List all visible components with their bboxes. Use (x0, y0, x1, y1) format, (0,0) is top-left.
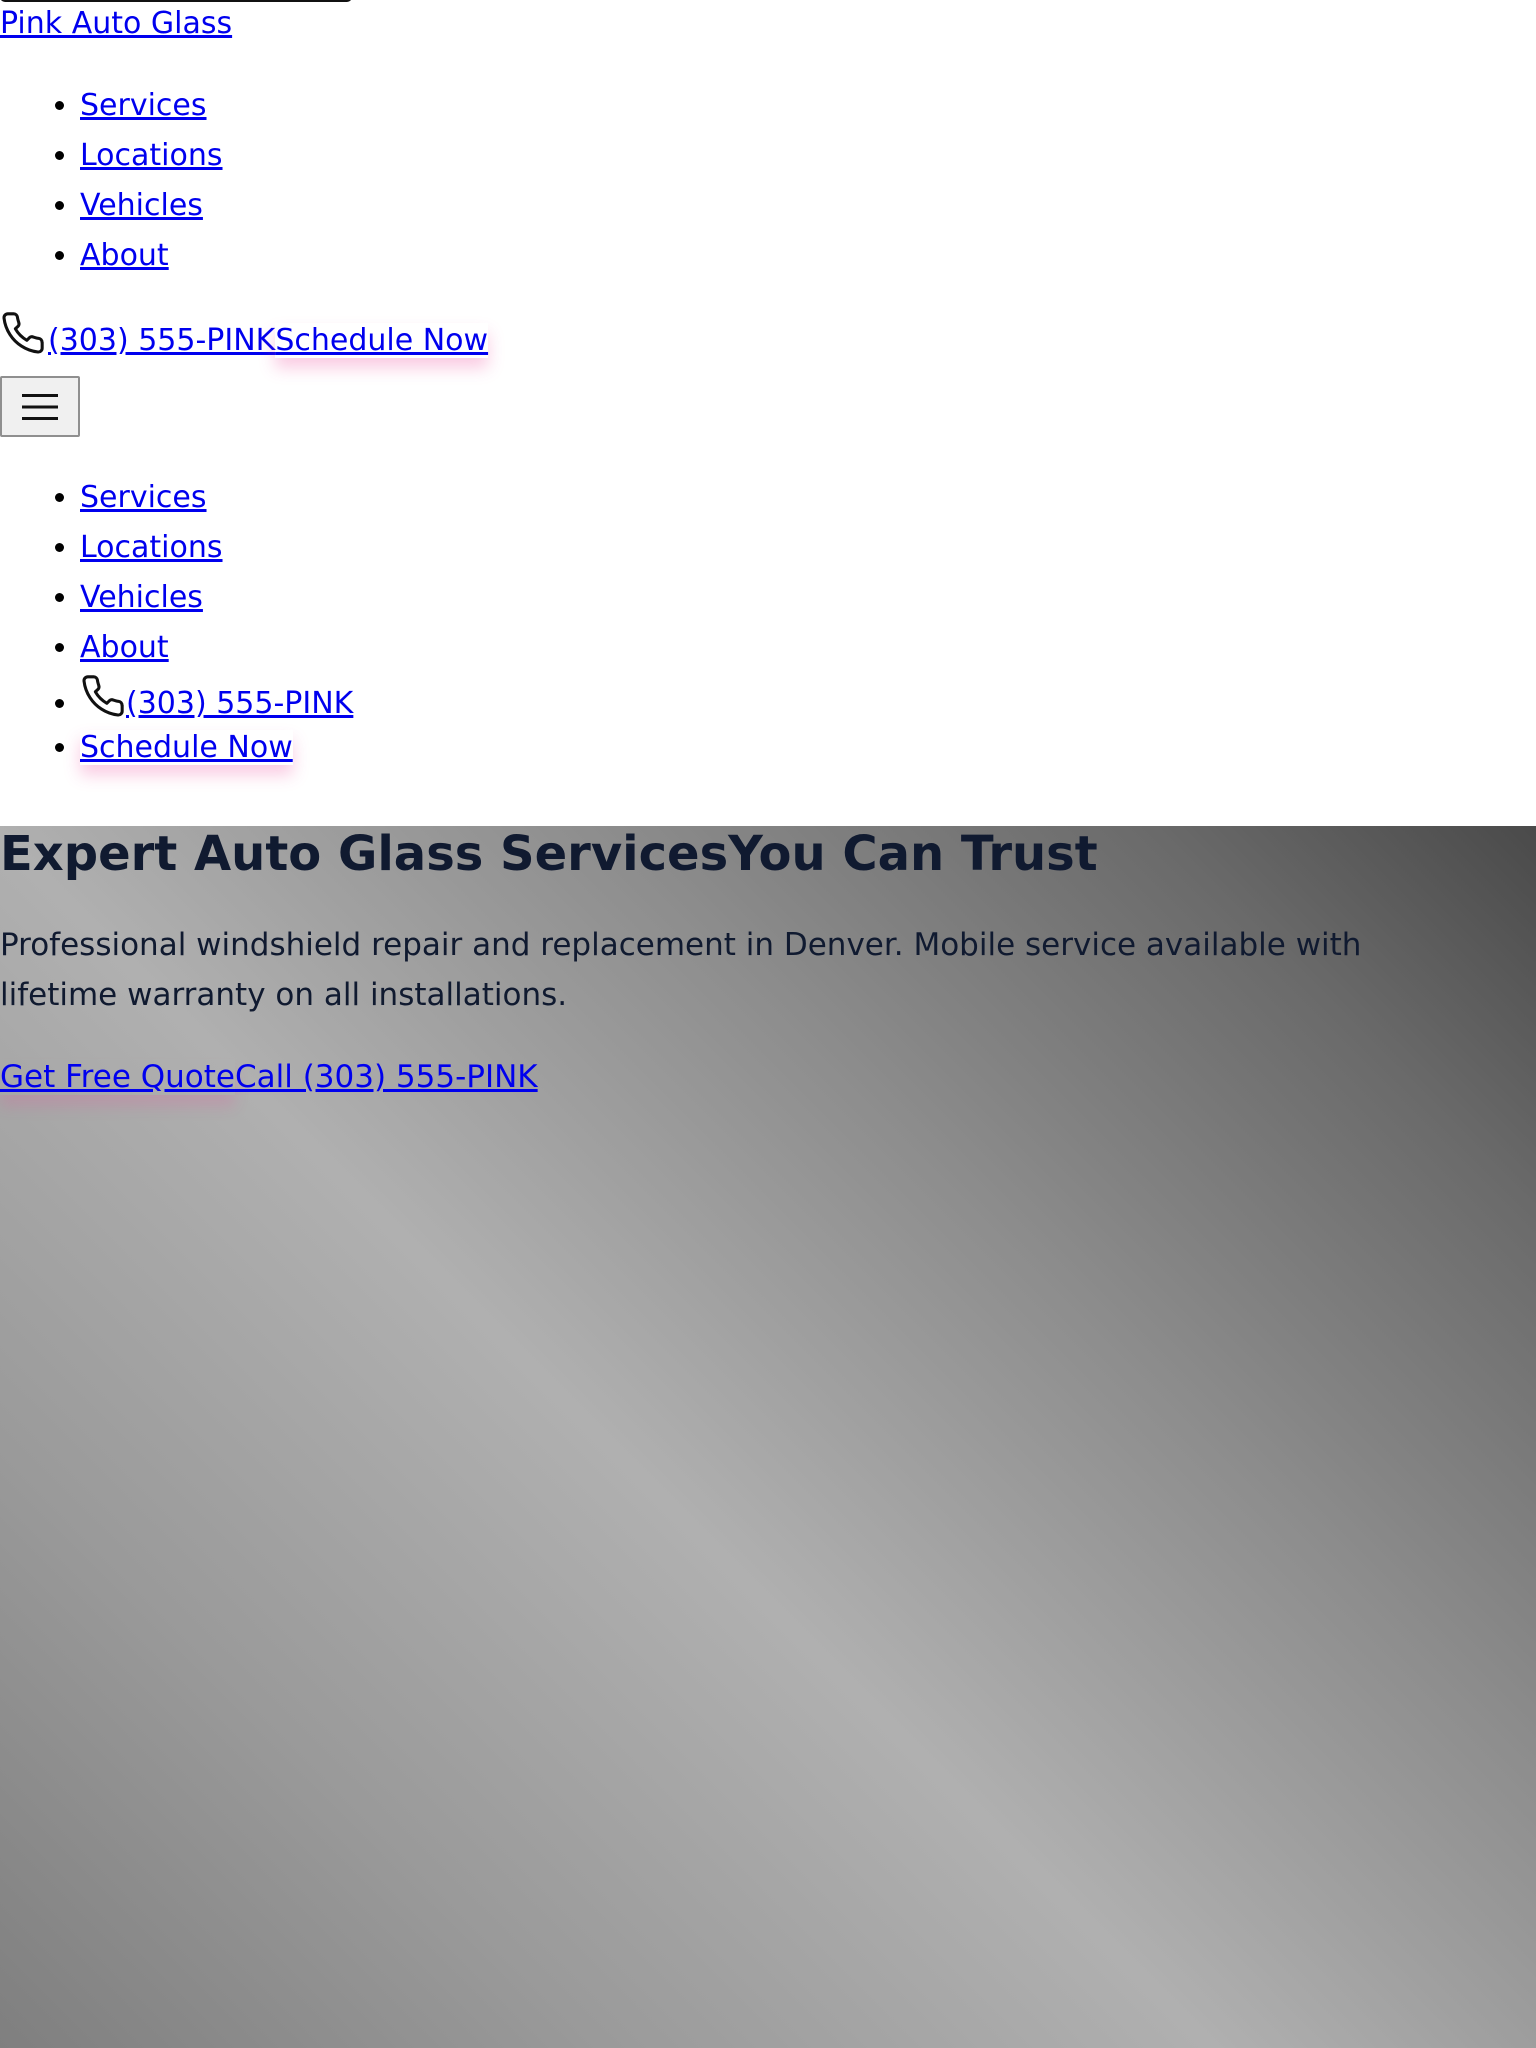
header-cta-row: (303) 555-PINKSchedule Now (0, 310, 488, 366)
hamburger-menu-icon (22, 393, 58, 420)
desktop-nav: Services Locations Vehicles About (0, 81, 223, 281)
nav-item: Vehicles (80, 181, 223, 231)
nav-link-vehicles[interactable]: Vehicles (80, 188, 203, 223)
call-button[interactable]: Call (303) 555-PINK (235, 1059, 538, 1095)
nav-item: Locations (80, 131, 223, 181)
mobile-nav-link-services[interactable]: Services (80, 480, 207, 515)
mobile-nav-item: Locations (80, 523, 353, 573)
phone-link-label: (303) 555-PINK (48, 323, 276, 358)
mobile-phone-link[interactable]: (303) 555-PINK (80, 675, 354, 721)
nav-link-services[interactable]: Services (80, 88, 207, 123)
nav-item: Services (80, 81, 223, 131)
phone-icon (82, 675, 124, 717)
phone-link[interactable]: (303) 555-PINK (0, 312, 276, 358)
mobile-nav: Services Locations Vehicles About (303) … (0, 473, 353, 773)
menu-toggle-button[interactable] (0, 376, 80, 437)
schedule-now-button[interactable]: Schedule Now (275, 323, 488, 358)
phone-icon (2, 312, 44, 354)
logo-link[interactable]: Pink Auto Glass (0, 4, 232, 44)
hero-actions: Get Free QuoteCall (303) 555-PINK (0, 1052, 538, 1102)
mobile-nav-link-locations[interactable]: Locations (80, 530, 223, 565)
mobile-nav-item: Schedule Now (80, 723, 353, 773)
hero-title-part1: Expert Auto Glass Services (0, 826, 729, 882)
mobile-nav-item: (303) 555-PINK (80, 673, 353, 723)
nav-item: About (80, 231, 223, 281)
mobile-nav-link-vehicles[interactable]: Vehicles (80, 580, 203, 615)
mobile-nav-item: Vehicles (80, 573, 353, 623)
hero-title: Expert Auto Glass ServicesYou Can Trust (0, 826, 1098, 882)
mobile-phone-label: (303) 555-PINK (126, 686, 354, 721)
hero-title-part2: You Can Trust (728, 826, 1098, 882)
hero-description: Professional windshield repair and repla… (0, 927, 1362, 1013)
mobile-nav-item: Services (80, 473, 353, 523)
mobile-schedule-now-button[interactable]: Schedule Now (80, 730, 293, 765)
mobile-nav-link-about[interactable]: About (80, 630, 169, 665)
hero-section: Expert Auto Glass ServicesYou Can Trust … (0, 826, 1536, 2048)
top-edge-bar (0, 0, 352, 2)
nav-link-locations[interactable]: Locations (80, 138, 223, 173)
mobile-nav-item: About (80, 623, 353, 673)
nav-link-about[interactable]: About (80, 238, 169, 273)
get-free-quote-button[interactable]: Get Free Quote (0, 1059, 235, 1095)
